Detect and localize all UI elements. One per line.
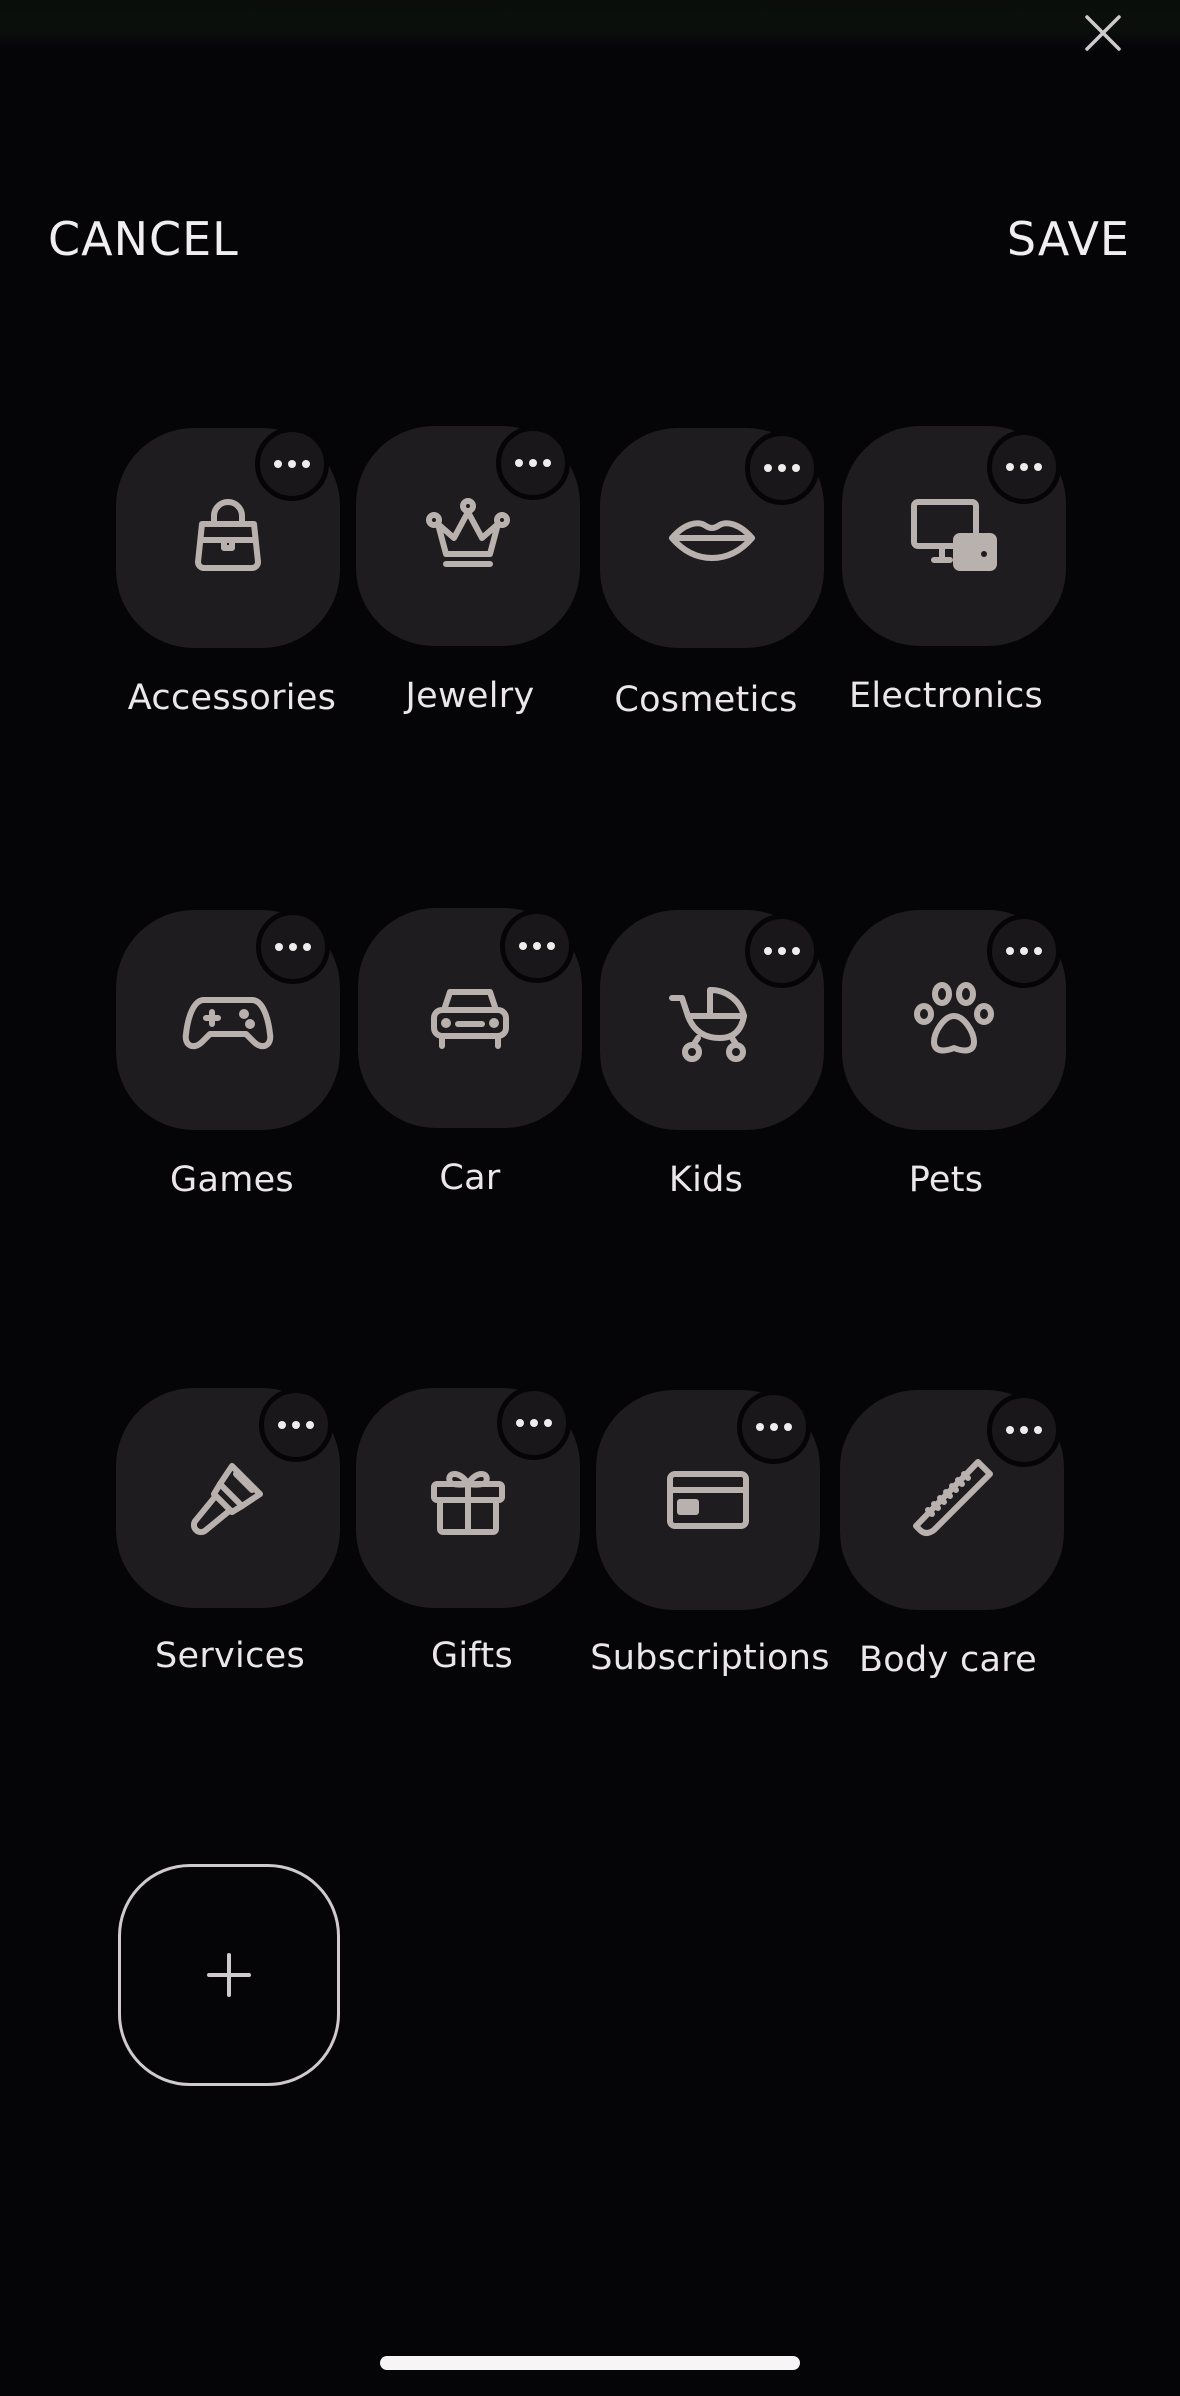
more-options-button[interactable] bbox=[496, 426, 570, 500]
gamepad-icon bbox=[180, 972, 276, 1068]
category-label: Body care bbox=[858, 1640, 1038, 1680]
more-options-button[interactable] bbox=[497, 1386, 571, 1460]
category-label: Services bbox=[155, 1636, 305, 1676]
lips-icon bbox=[664, 490, 760, 586]
more-options-button[interactable] bbox=[987, 430, 1061, 504]
status-bar-strip bbox=[0, 0, 1180, 48]
add-category-button[interactable] bbox=[118, 1864, 340, 2086]
close-icon bbox=[1085, 15, 1121, 51]
comb-icon bbox=[904, 1452, 1000, 1548]
stroller-icon bbox=[664, 972, 760, 1068]
more-options-button[interactable] bbox=[256, 910, 330, 984]
category-label: Subscriptions bbox=[590, 1638, 830, 1678]
category-label: Gifts bbox=[430, 1636, 513, 1676]
category-label: Jewelry bbox=[405, 676, 535, 716]
category-label: Pets bbox=[908, 1160, 984, 1200]
category-label: Accessories bbox=[127, 678, 337, 718]
more-options-button[interactable] bbox=[500, 909, 574, 983]
category-label: Games bbox=[170, 1160, 294, 1200]
handbag-icon bbox=[180, 490, 276, 586]
car-icon bbox=[422, 970, 518, 1066]
category-label: Kids bbox=[668, 1160, 744, 1200]
close-button[interactable] bbox=[1080, 10, 1126, 56]
more-options-button[interactable] bbox=[987, 1393, 1061, 1467]
devices-icon bbox=[906, 488, 1002, 584]
paintbrush-icon bbox=[180, 1450, 276, 1546]
plus-icon bbox=[207, 1953, 251, 1997]
home-indicator[interactable] bbox=[380, 2356, 800, 2370]
more-options-button[interactable] bbox=[737, 1390, 811, 1464]
save-button[interactable]: SAVE bbox=[1007, 212, 1130, 266]
category-label: Car bbox=[439, 1158, 501, 1198]
crown-icon bbox=[420, 488, 516, 584]
gift-icon bbox=[420, 1450, 516, 1546]
paw-icon bbox=[906, 972, 1002, 1068]
more-options-button[interactable] bbox=[259, 1388, 333, 1462]
more-options-button[interactable] bbox=[745, 431, 819, 505]
category-label: Cosmetics bbox=[614, 680, 798, 720]
more-options-button[interactable] bbox=[255, 427, 329, 501]
category-label: Electronics bbox=[848, 676, 1044, 716]
more-options-button[interactable] bbox=[745, 914, 819, 988]
cancel-button[interactable]: CANCEL bbox=[48, 212, 239, 266]
credit-card-icon bbox=[660, 1452, 756, 1548]
more-options-button[interactable] bbox=[987, 914, 1061, 988]
